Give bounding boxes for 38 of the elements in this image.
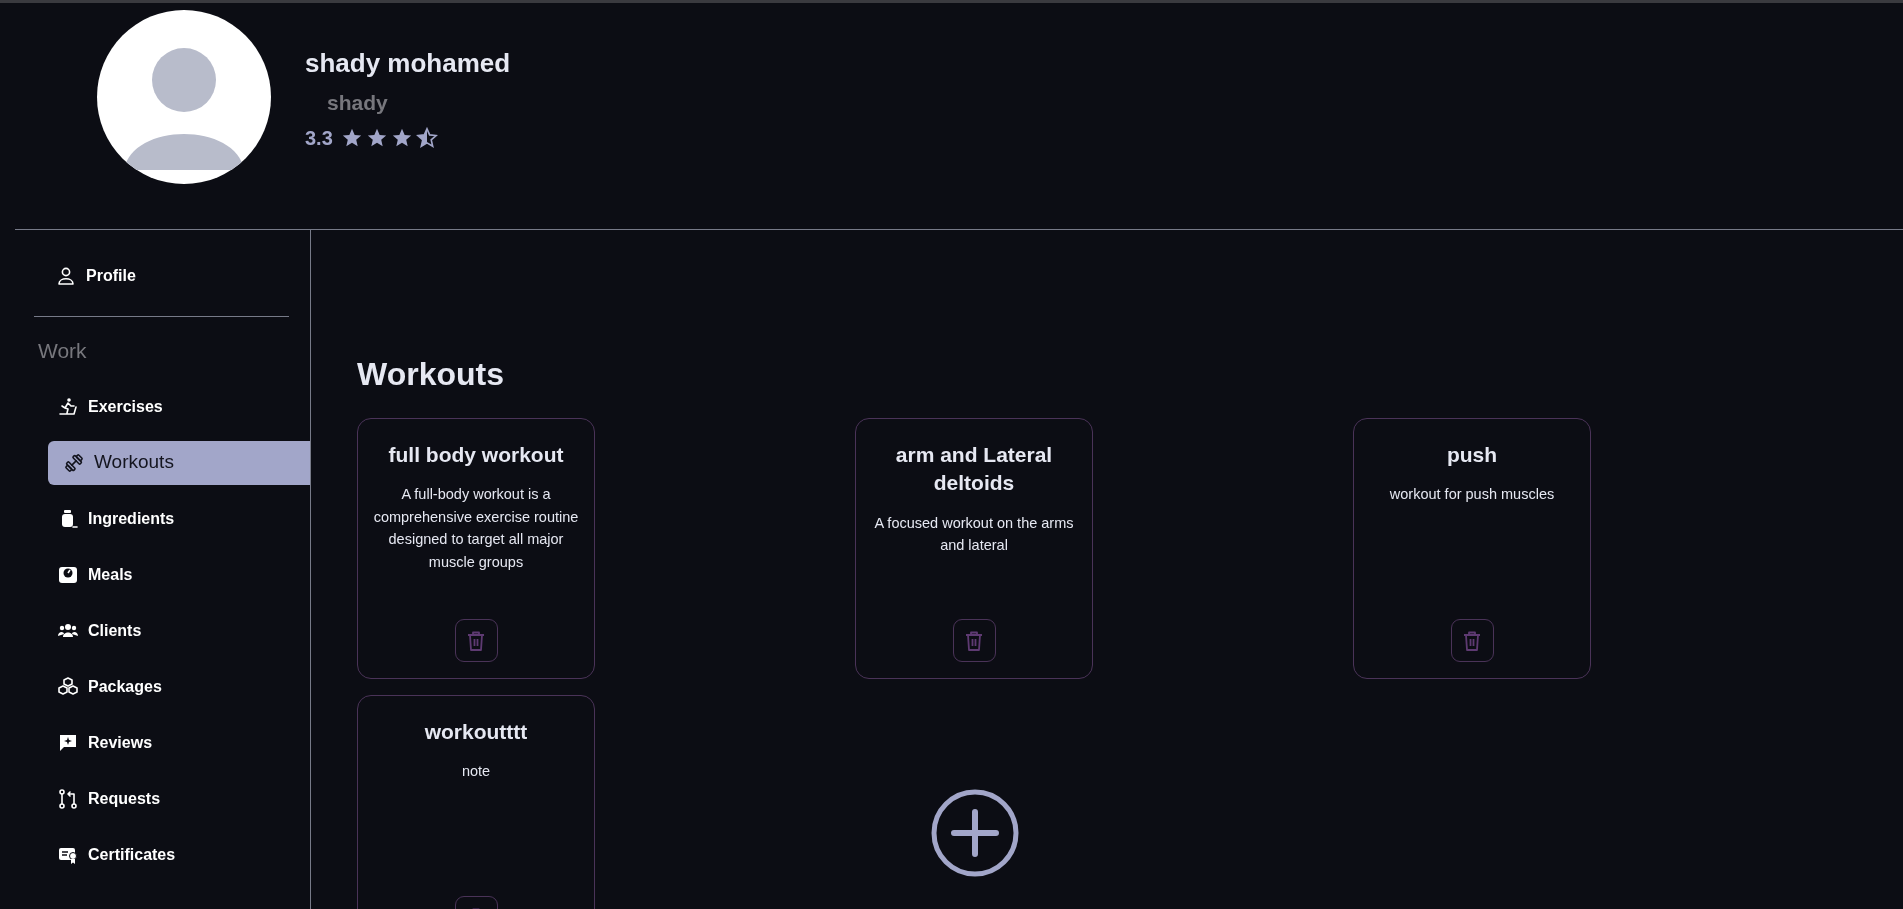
workout-description: A full-body workout is a comprehensive exercise routine designed to target all major muscle groups [372, 485, 580, 572]
half-star-icon [415, 126, 438, 149]
workout-title: workoutttt [424, 719, 528, 745]
user-name: shady mohamed [305, 47, 511, 80]
sidebar-item[interactable]: Meals [0, 552, 310, 597]
dumbbell-icon [64, 452, 84, 473]
workout-title: full body workout [388, 442, 564, 468]
username: shady [327, 90, 389, 116]
workout-title: arm and Lateral deltoids [894, 442, 1054, 497]
person-icon [56, 266, 76, 286]
chat-icon [58, 732, 78, 753]
delete-button[interactable] [1450, 619, 1494, 662]
trash-icon [467, 630, 485, 651]
sidebar-item[interactable]: Reviews [0, 720, 310, 765]
sidebar-item[interactable]: Certificates [0, 832, 310, 877]
workout-description: note [461, 762, 491, 782]
trash-icon [1463, 630, 1481, 651]
delete-button[interactable] [952, 619, 996, 662]
sidebar-item[interactable]: Clients [0, 608, 310, 653]
section-heading: Work [37, 338, 88, 364]
trash-icon [965, 630, 983, 651]
add-button[interactable] [930, 788, 1020, 878]
delete-button[interactable] [454, 619, 498, 662]
sidebar-item[interactable]: Requests [0, 776, 310, 821]
sidebar-item[interactable]: Ingredients [0, 496, 310, 541]
scale-icon [58, 564, 78, 585]
workout-description: A focused workout on the arms and lateral [873, 513, 1075, 556]
sidebar-item[interactable]: Profile [0, 254, 310, 298]
sidebar-item[interactable]: Packages [0, 664, 310, 709]
workout-title: push [1446, 442, 1498, 468]
treadmill-icon [58, 396, 78, 417]
page-title: Workouts [357, 355, 505, 394]
boxes-icon [58, 676, 78, 697]
branch-icon [58, 788, 78, 809]
rating-value: 3.3 [305, 125, 333, 151]
sidebar-item[interactable]: Exercises [0, 384, 310, 429]
workout-description: workout for push muscles [1389, 485, 1555, 505]
sidebar-item[interactable]: Workouts [48, 440, 310, 485]
